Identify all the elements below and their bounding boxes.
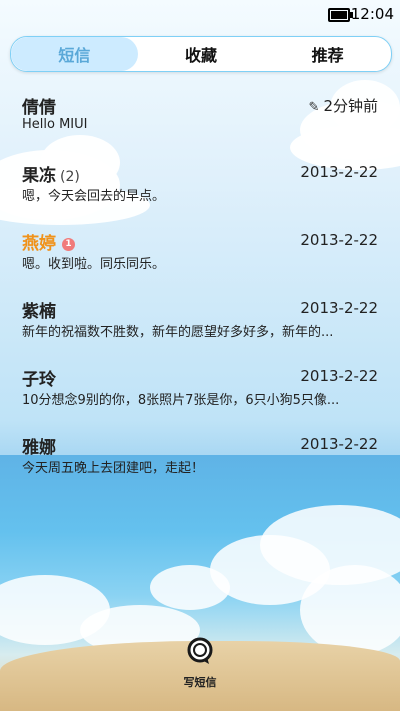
message-preview: 新年的祝福数不胜数，新年的愿望好多好多，新年的... <box>22 325 334 340</box>
list-item[interactable]: 燕婷 1 2013-2-22 嗯。收到啦。同乐同乐。 <box>0 218 400 286</box>
contact-name: 倩倩 <box>22 98 56 118</box>
compose-label: 写短信 <box>183 676 217 689</box>
message-date: 2013-2-22 <box>300 163 378 181</box>
list-item[interactable]: 果冻 (2) 2013-2-22 嗯，今天会回去的早点。 <box>0 150 400 218</box>
message-count: (2) <box>60 169 80 185</box>
message-time: ✎ 2分钟前 <box>308 97 378 115</box>
tab-messages[interactable]: 短信 <box>11 37 138 71</box>
tab-favorites[interactable]: 收藏 <box>138 37 265 71</box>
message-date: 2013-2-22 <box>300 367 378 385</box>
status-bar: 12:04 <box>0 0 400 30</box>
contact-name: 果冻 (2) <box>22 166 80 186</box>
message-date: 2013-2-22 <box>300 299 378 317</box>
list-item[interactable]: 倩倩 ✎ 2分钟前 Hello MIUI <box>0 82 400 150</box>
pencil-icon: ✎ <box>308 100 320 115</box>
list-item[interactable]: 子玲 2013-2-22 10分想念9别的你，8张照片7张是你，6只小狗5只像.… <box>0 354 400 422</box>
message-date: 2013-2-22 <box>300 231 378 249</box>
contact-name: 紫楠 <box>22 302 56 322</box>
contact-name: 子玲 <box>22 370 56 390</box>
contact-name: 燕婷 1 <box>22 229 75 254</box>
message-preview: 今天周五晚上去团建吧，走起！ <box>22 461 205 476</box>
status-time: 12:04 <box>350 5 394 23</box>
message-preview: Hello MIUI <box>22 117 88 132</box>
message-preview: 10分想念9别的你，8张照片7张是你，6只小狗5只像... <box>22 393 340 408</box>
message-preview: 嗯，今天会回去的早点。 <box>22 189 166 204</box>
list-item[interactable]: 雅娜 2013-2-22 今天周五晚上去团建吧，走起！ <box>0 422 400 490</box>
unread-badge: 1 <box>62 237 75 251</box>
message-preview: 嗯。收到啦。同乐同乐。 <box>22 257 166 272</box>
tab-recommended[interactable]: 推荐 <box>264 37 391 71</box>
battery-icon <box>328 8 353 22</box>
message-list: 倩倩 ✎ 2分钟前 Hello MIUI 果冻 (2) 2013-2-22 嗯，今天… <box>0 82 400 490</box>
contact-name: 雅娜 <box>22 438 56 458</box>
message-date: 2013-2-22 <box>300 435 378 453</box>
list-item[interactable]: 紫楠 2013-2-22 新年的祝福数不胜数，新年的愿望好多好多，新年的... <box>0 286 400 354</box>
compose-button[interactable]: 写短信 <box>170 636 230 690</box>
compose-message-icon <box>187 637 213 664</box>
tab-bar: 短信 收藏 推荐 <box>10 36 392 72</box>
